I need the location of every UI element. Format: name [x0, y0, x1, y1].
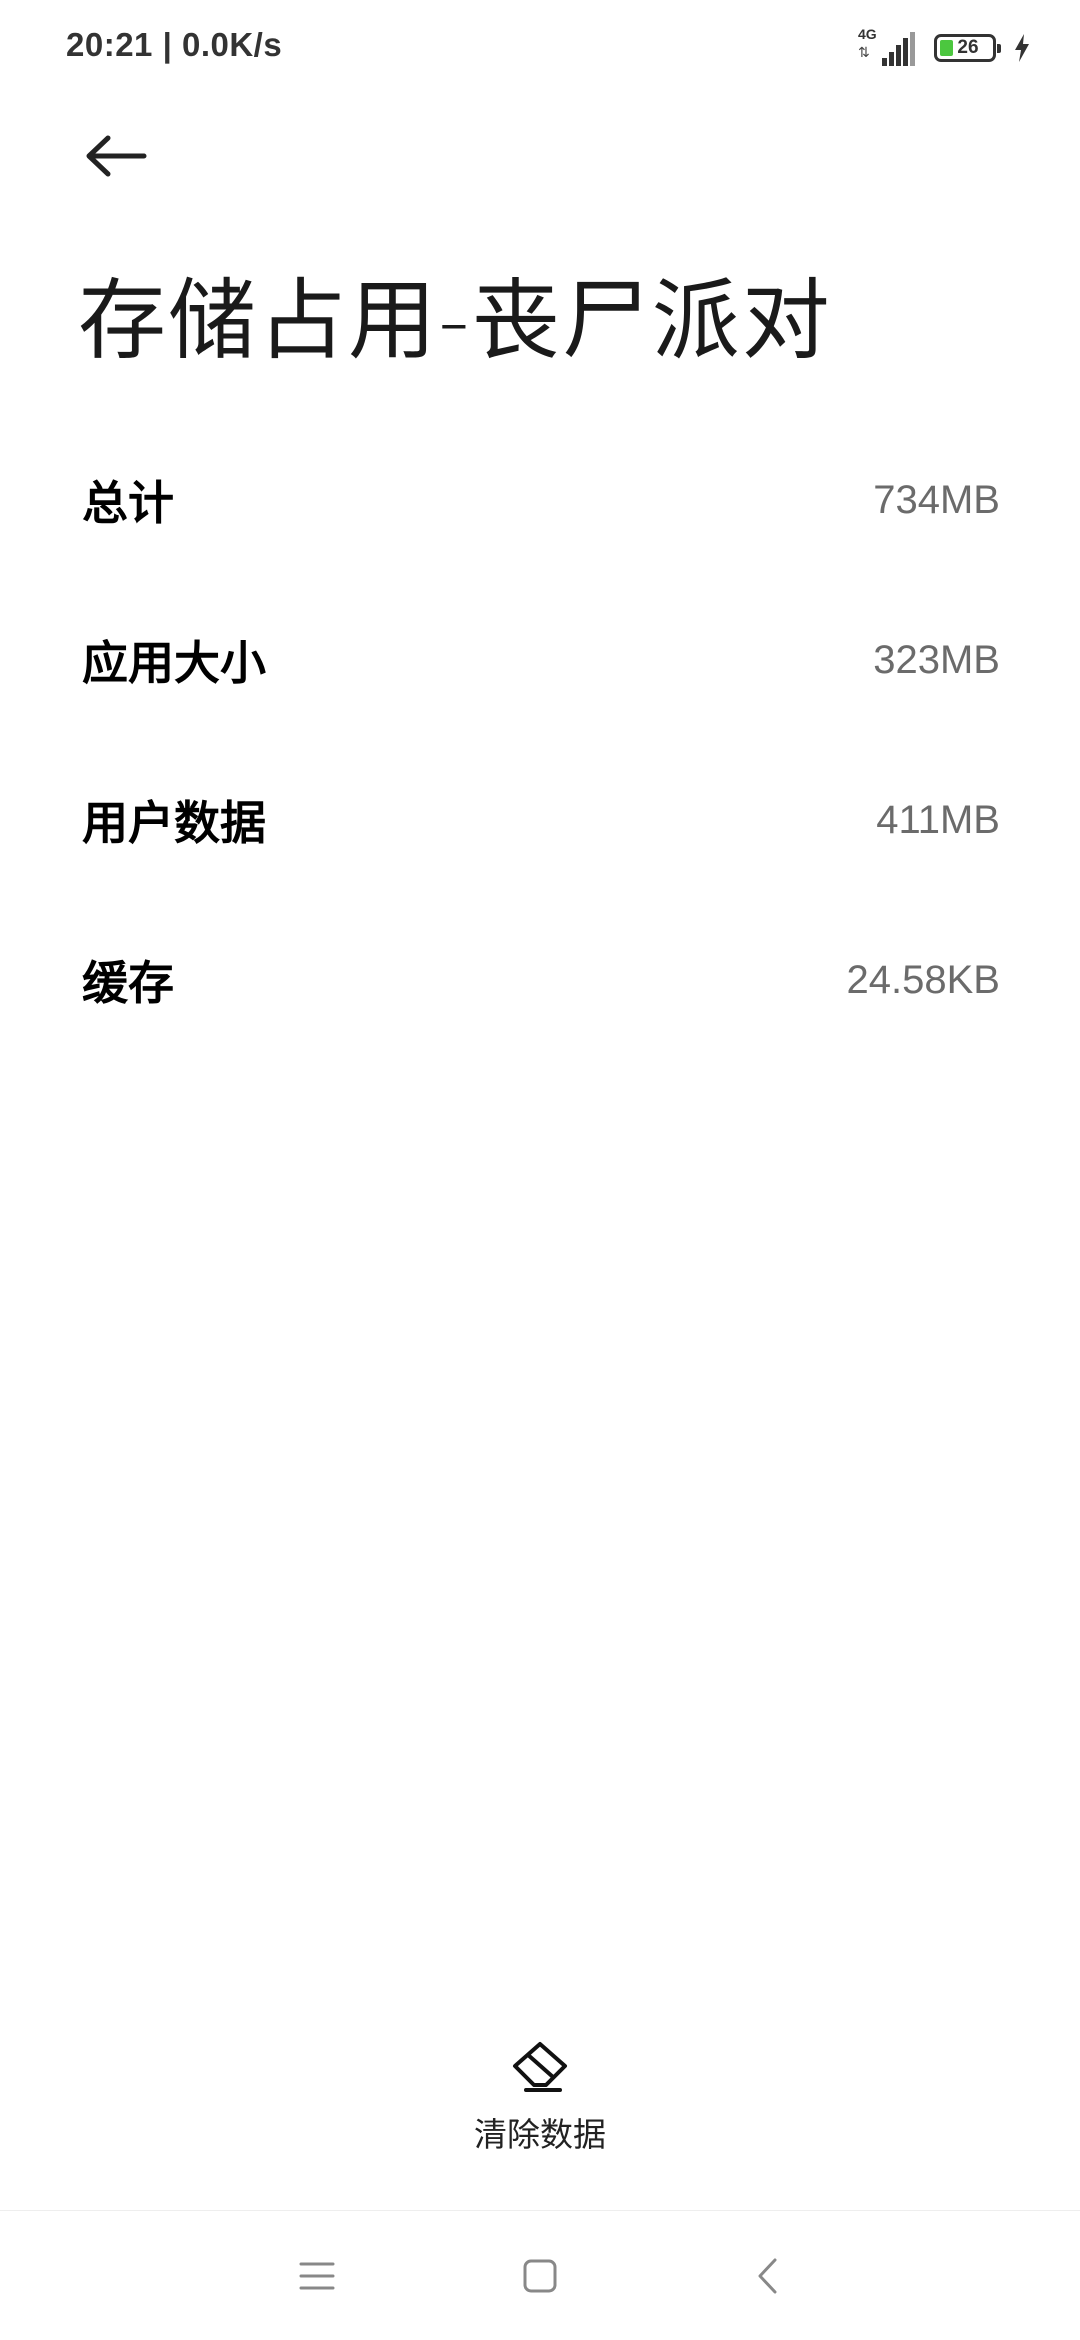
row-value: 734MB [873, 477, 1000, 522]
row-label: 用户数据 [82, 796, 266, 850]
back-button[interactable] [82, 126, 150, 186]
status-icons: 4G ⇅ 26 [858, 26, 1032, 68]
charging-bolt-icon [1015, 34, 1029, 62]
row-value: 323MB [873, 637, 1000, 682]
row-value: 411MB [876, 797, 1000, 842]
signal-icon: 4G ⇅ [858, 26, 918, 68]
arrow-left-icon [86, 135, 147, 177]
chevron-left-icon [758, 2258, 777, 2294]
nav-home-button[interactable] [505, 2241, 575, 2311]
battery-level: 26 [957, 37, 979, 58]
clear-data-button[interactable]: 清除数据 [440, 2040, 640, 2170]
row-label: 缓存 [82, 956, 174, 1010]
status-bar: 20:21 | 0.0K/s 4G ⇅ 26 [0, 0, 1080, 96]
row-label: 总计 [82, 476, 174, 530]
storage-list: 总计 734MB 应用大小 323MB 用户数据 411MB 缓存 24.58K… [0, 420, 1080, 1060]
nav-menu-button[interactable] [282, 2241, 352, 2311]
storage-usage-screen: 20:21 | 0.0K/s 4G ⇅ 26 存储占用-丧尸派对 总计 734M… [0, 0, 1080, 2340]
storage-row-app-size: 应用大小 323MB [0, 580, 1080, 740]
storage-row-total: 总计 734MB [0, 420, 1080, 580]
storage-row-cache: 缓存 24.58KB [0, 900, 1080, 1060]
navigation-bar [0, 2211, 1080, 2340]
storage-row-user-data: 用户数据 411MB [0, 740, 1080, 900]
status-time-speed: 20:21 | 0.0K/s [66, 26, 283, 63]
eraser-icon [513, 2042, 567, 2092]
clear-data-label: 清除数据 [474, 2115, 606, 2154]
row-value: 24.58KB [846, 957, 1000, 1002]
battery-icon: 26 [934, 34, 1001, 62]
menu-icon [299, 2262, 335, 2290]
page-title: 存储占用-丧尸派对 [78, 269, 832, 372]
home-square-icon [523, 2259, 557, 2293]
row-label: 应用大小 [82, 636, 266, 690]
nav-back-button[interactable] [732, 2241, 802, 2311]
